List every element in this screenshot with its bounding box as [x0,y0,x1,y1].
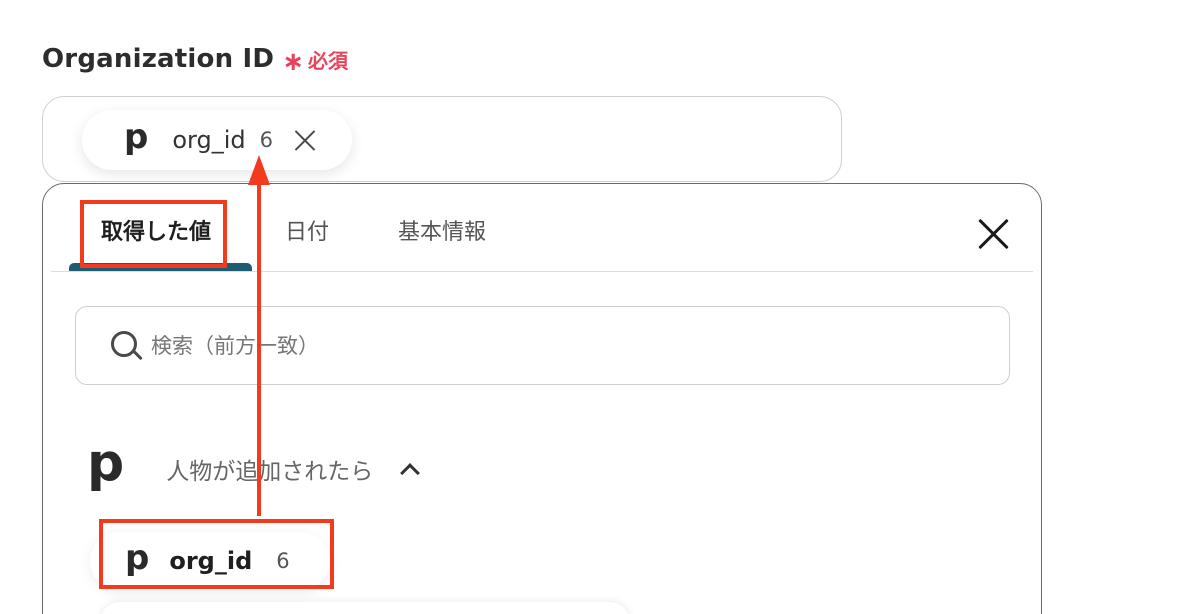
close-icon[interactable] [977,218,1009,250]
pipedrive-logo-icon: p [124,117,149,157]
search-icon [109,329,143,363]
tab-divider [51,271,1033,272]
annotation-highlight-option [99,519,334,589]
annotation-arrow-line [257,170,261,516]
chip-count: 6 [259,128,273,152]
search-input[interactable] [151,333,951,358]
annotation-highlight-tab [80,200,227,268]
chevron-up-icon[interactable] [400,463,421,483]
pipedrive-logo-icon: p [87,433,125,493]
group-title: 人物が追加されたら [166,459,374,485]
search-box [75,306,1010,385]
tab-basic-info[interactable]: 基本情報 [398,214,486,246]
required-asterisk-icon: ∗ [282,47,304,77]
trigger-group-header[interactable]: p 人物が追加されたら [87,437,421,494]
field-label-text: Organization ID [42,44,275,74]
remove-chip-icon[interactable] [291,126,319,154]
annotation-arrow-head-icon [248,155,270,185]
selected-value-chip[interactable]: p org_id 6 [82,110,352,170]
tab-date[interactable]: 日付 [285,214,329,246]
next-option-chip[interactable] [100,602,630,614]
field-label: Organization ID ∗ 必須 [42,42,348,77]
chip-label: org_id [172,126,246,154]
required-text: 必須 [308,48,348,73]
